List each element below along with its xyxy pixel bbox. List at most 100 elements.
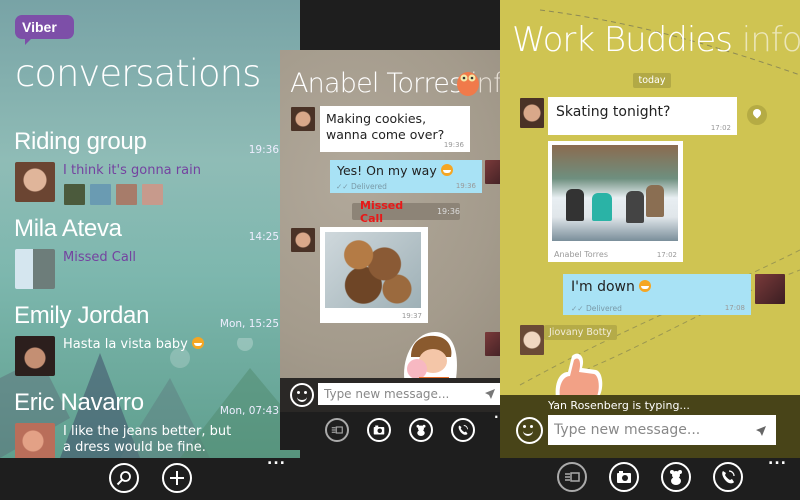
missed-call-label: Missed Call [360,198,404,225]
message-input[interactable] [548,415,776,445]
search-button[interactable] [109,463,139,493]
message-time: 19:36 [443,141,464,149]
chat-title: Anabel Torres info [290,68,518,99]
message-time: 17:02 [656,251,677,259]
sticker-button[interactable] [661,462,691,492]
photo-message[interactable]: Anabel Torres 17:02 [548,141,683,262]
delivered-status: ✓✓ Delivered [571,304,622,313]
cookies-photo [325,232,421,308]
avatar [15,162,55,202]
message-time: 19:36 [455,182,476,190]
viber-call-button[interactable] [451,418,475,442]
member-avatar [116,184,137,205]
group-name[interactable]: Work Buddies [512,20,733,60]
avatar [15,423,55,458]
conversation-time: 19:36 [248,144,279,156]
status-label: Delivered [350,182,387,191]
contact-avatar [520,325,544,355]
conversation-preview: Missed Call [63,250,137,265]
plus-icon [170,471,184,485]
conversation-item-riding-group[interactable]: Riding group 19:36 I think it's gonna ra… [14,128,294,208]
ice-skating-photo [552,145,678,241]
camera-icon [617,471,631,483]
work-buddies-app-bar: ... [520,452,800,500]
sms-button[interactable] [325,418,349,442]
message-text: I'm down [571,279,743,295]
camera-icon [373,425,385,435]
avatar [15,249,55,289]
message-time: 19:37 [401,312,422,320]
conversation-preview: I think it's gonna rain [63,163,201,178]
member-avatar [64,184,85,205]
emoticon-button[interactable] [516,417,543,444]
member-avatar [142,184,163,205]
message-time: 17:08 [724,304,745,312]
sender-name: Jiovany Botty [544,325,617,340]
owl-mascot-icon [457,72,479,96]
sms-button[interactable] [557,462,587,492]
message-text: Making cookies, wanna come over? [326,111,445,142]
contact-name[interactable]: Anabel Torres [290,68,463,99]
conversation-preview: Hasta la vista baby [63,337,204,353]
more-options-button[interactable]: ... [267,452,286,468]
viber-call-icon [722,470,735,484]
conversation-time: Mon, 07:43 [219,405,279,417]
location-pin-icon[interactable] [747,105,767,125]
viber-call-button[interactable] [713,462,743,492]
avatar [15,336,55,376]
page-title: conversations [15,52,261,95]
search-icon [116,471,131,486]
conversation-time: 14:25 [248,231,279,243]
message-text: Skating tonight? [556,104,671,120]
date-divider: today [633,73,671,88]
winking-face-tongue-emoji-icon [192,337,204,349]
sms-icon [331,426,343,434]
grinning-face-emoji-icon [440,164,453,176]
member-avatar [90,184,111,205]
message-text: Yes! On my way [337,163,475,179]
viber-logo: Viber [15,15,74,45]
photo-sender: Anabel Torres [554,250,608,259]
typing-bar: Yan Rosenberg is typing... [500,395,800,458]
sticker-button[interactable] [409,418,433,442]
info-link[interactable]: info [742,20,800,60]
boy-blowing-bubble-sticker-icon [404,332,457,385]
chat-title: Work Buddies info [512,20,800,60]
sticker-bear-icon [670,470,682,485]
conversation-item-mila-ateva[interactable]: Mila Ateva 14:25 Missed Call [14,215,294,295]
message-bubble-outgoing: I'm down ✓✓ Delivered 17:08 [563,274,751,315]
group-member-avatars [64,184,163,205]
thumbs-up-sticker-icon [555,353,603,398]
my-avatar [755,274,785,304]
photo-message[interactable]: 19:37 [320,227,428,323]
conversation-item-eric-navarro[interactable]: Eric Navarro Mon, 07:43 I like the jeans… [14,389,294,458]
preview-text: Hasta la vista baby [63,337,188,352]
camera-button[interactable] [367,418,391,442]
sticker-bear-icon [416,424,426,436]
camera-button[interactable] [609,462,639,492]
send-icon[interactable] [484,388,496,400]
conversation-item-emily-jordan[interactable]: Emily Jordan Mon, 15:25 Hasta la vista b… [14,302,294,382]
status-label: Delivered [585,304,622,313]
missed-call-notice: Missed Call 19:36 [352,199,460,225]
conversations-app-bar: ... [0,452,300,500]
chat-screen-anabel-torres: Anabel Torres info Making cookies, wanna… [280,50,520,450]
message-text-content: Yes! On my way [337,163,437,178]
conversation-time: Mon, 15:25 [219,318,279,330]
viber-call-icon [458,425,468,435]
conversations-screen: Viber conversations Riding group 19:36 I… [0,0,300,458]
message-input[interactable] [318,383,502,405]
delivered-status: ✓✓ Delivered [336,182,387,191]
message-time: 17:02 [710,124,731,132]
contact-avatar [291,228,315,252]
more-options-button[interactable]: ... [768,452,787,468]
conversation-preview: I like the jeans better, but a dress wou… [63,424,232,455]
missed-call-time: 19:36 [436,207,460,216]
emoticon-button[interactable] [290,383,314,407]
new-conversation-button[interactable] [162,463,192,493]
send-icon[interactable] [755,425,767,437]
chat-screen-work-buddies: Work Buddies info today Skating tonight?… [500,0,800,458]
contact-avatar [520,98,544,128]
message-bubble-incoming: Making cookies, wanna come over? 19:36 [320,106,470,152]
typing-indicator: Yan Rosenberg is typing... [548,399,690,412]
